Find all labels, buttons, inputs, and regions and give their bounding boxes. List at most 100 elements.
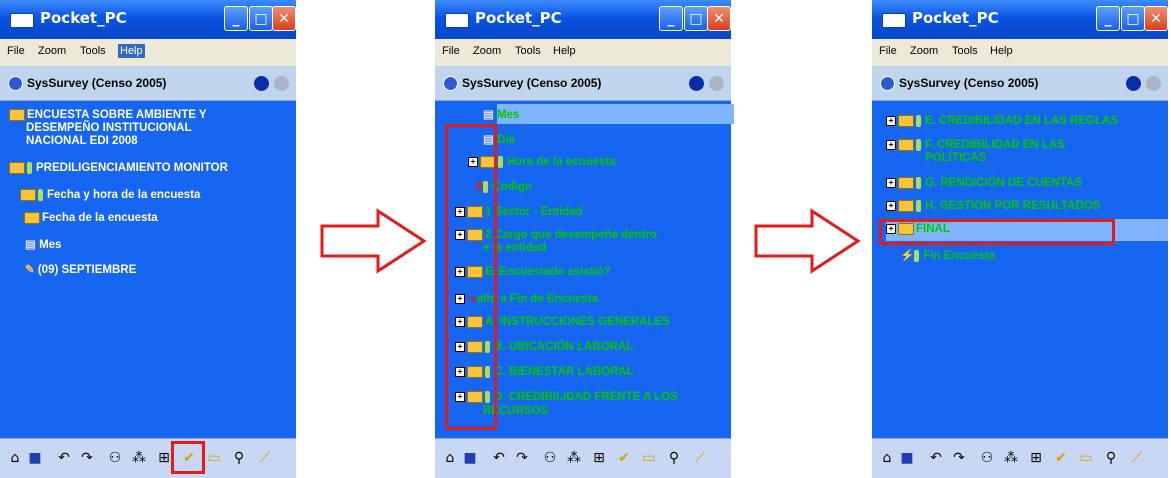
tree-item[interactable]: + F. CREDIBILIDAD EN LAS (886, 139, 1065, 151)
save-icon[interactable]: ■ (26, 449, 44, 467)
app-title: SysSurvey (Censo 2005) (899, 76, 1039, 90)
redo-icon[interactable]: ↷ (78, 449, 96, 467)
home-icon[interactable]: ⌂ (878, 449, 896, 467)
folder-open-icon (24, 212, 40, 224)
tree-item[interactable]: ENCUESTA SOBRE AMBIENTE Y (9, 109, 207, 121)
menu-tools[interactable]: Tools (80, 45, 106, 57)
tree-item[interactable]: ⚡ Fin Encuesta (900, 248, 995, 262)
app-header: SysSurvey (Censo 2005) (872, 66, 1168, 101)
ok-icon[interactable] (1126, 76, 1141, 91)
minimize-button[interactable]: _ (224, 6, 248, 31)
menu-file[interactable]: File (7, 45, 25, 57)
next-arrow (320, 208, 427, 274)
minimize-button[interactable]: _ (659, 6, 683, 31)
redo-icon[interactable]: ↷ (513, 449, 531, 467)
expand-tree-icon[interactable]: ⊞ (590, 449, 608, 467)
home-icon[interactable]: ⌂ (441, 449, 459, 467)
tree-item[interactable]: ✎ (09) SEPTIEMBRE (25, 262, 136, 276)
menu-zoom[interactable]: Zoom (38, 45, 66, 57)
folder-icon[interactable]: ▭ (205, 449, 223, 467)
tree-item[interactable]: + E. CREDIBILIDAD EN LAS REGLAS (886, 115, 1118, 127)
maximize-button[interactable]: □ (249, 6, 273, 31)
title-bar: Pocket_PC _ □ ✕ (872, 0, 1168, 39)
app-header: SysSurvey (Censo 2005) (0, 66, 296, 101)
redo-icon[interactable]: ↷ (950, 449, 968, 467)
menu-zoom[interactable]: Zoom (910, 45, 938, 57)
app-icon (8, 76, 23, 91)
menu-file[interactable]: File (879, 45, 897, 57)
window-icon (882, 13, 906, 28)
menu-tools[interactable]: Tools (515, 45, 541, 57)
calendar-icon: ▤ (483, 109, 498, 121)
expand-tree-icon[interactable]: ⊞ (1027, 449, 1045, 467)
tree-item[interactable]: PREDILIGENCIAMIENTO MONITOR (9, 162, 228, 174)
close-app-icon[interactable] (709, 76, 724, 91)
edit-icon[interactable]: ⟋ (691, 449, 709, 467)
branch-icon[interactable]: ⁂ (565, 449, 583, 467)
save-icon[interactable]: ■ (461, 449, 479, 467)
branch-icon[interactable]: ⁂ (1002, 449, 1020, 467)
menu-tools[interactable]: Tools (952, 45, 978, 57)
menu-help[interactable]: Help (553, 45, 576, 57)
tree-item-cont: POLÍTICAS (925, 152, 987, 164)
menu-file[interactable]: File (442, 45, 460, 57)
home-icon[interactable]: ⌂ (6, 449, 24, 467)
ok-icon[interactable] (689, 76, 704, 91)
search-icon[interactable]: ⚲ (230, 449, 248, 467)
search-icon[interactable]: ⚲ (1102, 449, 1120, 467)
folder-icon (20, 189, 36, 201)
tree-icon[interactable]: ⚇ (978, 449, 996, 467)
close-button[interactable]: ✕ (1144, 6, 1168, 31)
title-bar: Pocket_PC _ □ ✕ (435, 0, 731, 39)
close-button[interactable]: ✕ (707, 6, 731, 31)
tree-icon[interactable]: ⚇ (541, 449, 559, 467)
check-icon[interactable]: ✔ (1052, 449, 1070, 467)
tree-item[interactable]: + H. GESTIÓN POR RESULTADOS (886, 200, 1100, 212)
annotation-highlight (445, 124, 497, 430)
close-app-icon[interactable] (1146, 76, 1161, 91)
menu-bar: File Zoom Tools Help (435, 39, 731, 66)
menu-help[interactable]: Help (990, 45, 1013, 57)
calendar-icon: ▤ (25, 239, 40, 251)
maximize-button[interactable]: □ (684, 6, 708, 31)
node-icon (498, 156, 503, 168)
undo-icon[interactable]: ↶ (55, 449, 73, 467)
close-button[interactable]: ✕ (272, 6, 296, 31)
undo-icon[interactable]: ↶ (490, 449, 508, 467)
tree-item[interactable]: Fecha y hora de la encuesta (20, 189, 200, 201)
app-header: SysSurvey (Censo 2005) (435, 66, 731, 101)
save-icon[interactable]: ■ (898, 449, 916, 467)
close-app-icon[interactable] (274, 76, 289, 91)
folder-icon[interactable]: ▭ (640, 449, 658, 467)
window-icon (445, 13, 469, 28)
minimize-button[interactable]: _ (1096, 6, 1120, 31)
edit-icon[interactable]: ⟋ (256, 449, 274, 467)
toolbar: ⌂ ■ ↶ ↷ ⚇ ⁂ ⊞ ✔ ▭ ⚲ ⟋ (872, 438, 1168, 478)
folder-icon (9, 162, 25, 174)
tree-icon[interactable]: ⚇ (106, 449, 124, 467)
ok-icon[interactable] (254, 76, 269, 91)
menu-bar: File Zoom Tools Help (872, 39, 1168, 66)
search-icon[interactable]: ⚲ (665, 449, 683, 467)
menu-help[interactable]: Help (118, 44, 145, 58)
app-icon (880, 76, 895, 91)
node-icon (916, 139, 921, 151)
folder-icon (898, 200, 914, 212)
folder-icon[interactable]: ▭ (1077, 449, 1095, 467)
branch-icon[interactable]: ⁂ (130, 449, 148, 467)
tree-item[interactable]: + G. RENDICIÓN DE CUENTAS (886, 177, 1082, 189)
check-icon[interactable]: ✔ (615, 449, 633, 467)
tree-item[interactable]: ▤ Mes (483, 107, 519, 121)
tree-item[interactable]: Fecha de la encuesta (24, 212, 158, 224)
survey-tree: ENCUESTA SOBRE AMBIENTE Y DESEMPEÑO INST… (0, 101, 296, 435)
node-icon (38, 189, 43, 201)
maximize-button[interactable]: □ (1121, 6, 1145, 31)
window-title: Pocket_PC (912, 9, 999, 27)
tree-item[interactable]: ▤ Mes (25, 237, 61, 251)
pencil-icon: ✎ (25, 264, 38, 276)
edit-icon[interactable]: ⟋ (1128, 449, 1146, 467)
menu-zoom[interactable]: Zoom (473, 45, 501, 57)
app-icon (443, 76, 458, 91)
undo-icon[interactable]: ↶ (927, 449, 945, 467)
pocketpc-window-1: Pocket_PC _ □ ✕ File Zoom Tools Help Sys… (0, 0, 296, 478)
